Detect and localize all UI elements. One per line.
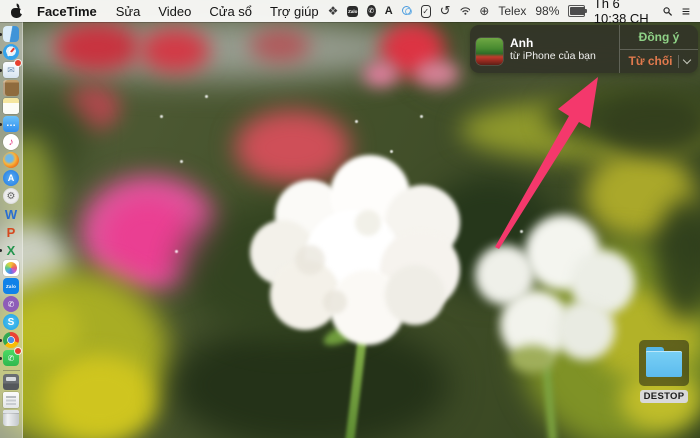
desktop-screen: FaceTime Sửa Video Cửa sổ Trợ giúp ❖ Zal… (0, 0, 700, 438)
viber-icon: ✆ (3, 296, 19, 312)
dock-item-trash[interactable] (3, 410, 19, 426)
notification-content: Anh từ iPhone của bạn (470, 25, 619, 73)
downloads-stack-icon (3, 392, 19, 408)
dock-item-appstore[interactable]: A (3, 170, 19, 186)
dock-item-mail[interactable]: ✉ (3, 62, 19, 78)
menu-bar-left: FaceTime Sửa Video Cửa sổ Trợ giúp (10, 4, 328, 19)
dock-item-safari[interactable] (3, 44, 19, 60)
adobe-menu-icon[interactable]: A (385, 5, 393, 17)
mail-icon: ✉ (3, 62, 19, 78)
decline-button-row: Từ chối (620, 50, 698, 74)
dock-item-skype[interactable]: S (3, 314, 19, 330)
battery-icon[interactable] (568, 5, 584, 17)
contacts-icon (3, 80, 19, 96)
running-indicator (0, 69, 2, 72)
white-flower-main (235, 150, 465, 350)
decline-button[interactable]: Từ chối (628, 54, 672, 68)
dock-item-system-preferences[interactable]: ⚙ (3, 188, 19, 204)
notification-center-icon[interactable]: ≡ (682, 3, 690, 19)
dock-item-zalo[interactable]: Zalo (3, 278, 19, 294)
zalo-icon: Zalo (3, 278, 19, 294)
wifi-icon[interactable] (460, 5, 471, 17)
dock-item-excel[interactable]: X (3, 242, 19, 258)
powerpoint-icon: P (3, 224, 19, 240)
dock-item-contacts[interactable] (3, 80, 19, 96)
firefox-icon (3, 152, 19, 168)
desktop-folder-destop[interactable]: DESTOP (637, 340, 691, 404)
battery-percent: 98% (535, 4, 559, 18)
notification-title: Anh (510, 36, 596, 50)
notes-icon (3, 98, 19, 114)
facetime-icon: ✆ (3, 350, 19, 366)
menu-sua[interactable]: Sửa (107, 4, 150, 19)
excel-icon: X (3, 242, 19, 258)
contact-avatar (476, 38, 503, 65)
safari-icon (3, 44, 19, 60)
dock-item-viber[interactable]: ✆ (3, 296, 19, 312)
button-divider (678, 55, 679, 68)
itunes-icon: ♪ (3, 134, 19, 150)
folder-selection-highlight (639, 340, 689, 386)
dropbox-icon[interactable]: ❖ (328, 4, 339, 18)
menu-cua-so[interactable]: Cửa sổ (200, 4, 261, 19)
chrome-icon (3, 332, 19, 348)
viber-menu-icon[interactable]: ✆ (367, 5, 376, 17)
dock: ✉ … ♪ A ⚙ W P X Zalo ✆ S ✆ (0, 22, 23, 438)
folder-label[interactable]: DESTOP (640, 390, 689, 403)
menu-bar-status: ❖ Zalo ✆ A ✓ ↺ ⊕ Telex 98% Th 6 10:38 CH… (328, 0, 690, 26)
printer-icon (3, 374, 19, 390)
messages-icon: … (3, 116, 19, 132)
dock-item-itunes[interactable]: ♪ (3, 134, 19, 150)
apple-menu-icon[interactable] (10, 4, 23, 18)
word-icon: W (3, 206, 19, 222)
notification-actions: Đồng ý Từ chối (619, 25, 698, 73)
dock-item-chrome[interactable] (3, 332, 19, 348)
dock-item-messages[interactable]: … (3, 116, 19, 132)
accept-button[interactable]: Đồng ý (620, 25, 698, 50)
dock-item-printer[interactable] (3, 374, 19, 390)
photos-icon (3, 260, 19, 276)
checkmark-menu-icon[interactable]: ✓ (421, 5, 431, 18)
dock-item-finder[interactable] (3, 26, 19, 42)
trash-icon (3, 410, 19, 426)
dock-item-firefox[interactable] (3, 152, 19, 168)
spotlight-search-icon[interactable] (663, 5, 672, 18)
notification-texts: Anh từ iPhone của bạn (510, 36, 596, 62)
menu-video[interactable]: Video (149, 4, 200, 19)
menu-tro-giup[interactable]: Trợ giúp (261, 4, 328, 19)
dock-separator (3, 370, 20, 371)
time-machine-icon[interactable]: ↺ (440, 3, 451, 19)
running-indicator (0, 51, 2, 54)
gear-icon: ⚙ (3, 188, 19, 204)
white-flower-right (455, 205, 635, 375)
running-indicator (0, 249, 2, 252)
dock-item-downloads[interactable] (3, 392, 19, 408)
running-indicator (0, 123, 2, 126)
running-indicator (0, 339, 2, 342)
finder-icon (3, 26, 19, 42)
zalo-menu-icon[interactable]: Zalo (347, 6, 358, 17)
menu-clock[interactable]: Th 6 10:38 CH (594, 0, 655, 26)
dock-item-notes[interactable] (3, 98, 19, 114)
running-indicator (0, 357, 2, 360)
chevron-down-icon[interactable] (682, 56, 690, 64)
input-source-icon[interactable]: ⊕ (479, 4, 489, 18)
input-source-label[interactable]: Telex (498, 4, 526, 18)
dock-item-photos[interactable] (3, 260, 19, 276)
skype-icon: S (3, 314, 19, 330)
dock-item-word[interactable]: W (3, 206, 19, 222)
notification-subtitle: từ iPhone của bạn (510, 50, 596, 62)
app-menu-facetime[interactable]: FaceTime (27, 4, 107, 19)
app-store-icon: A (3, 170, 19, 186)
running-indicator (0, 33, 2, 36)
dock-item-facetime[interactable]: ✆ (3, 350, 19, 366)
menu-bar: FaceTime Sửa Video Cửa sổ Trợ giúp ❖ Zal… (0, 0, 700, 22)
blue-rings-icon[interactable] (402, 6, 412, 17)
dock-item-powerpoint[interactable]: P (3, 224, 19, 240)
notification-banner: Anh từ iPhone của bạn Đồng ý Từ chối (470, 25, 698, 73)
